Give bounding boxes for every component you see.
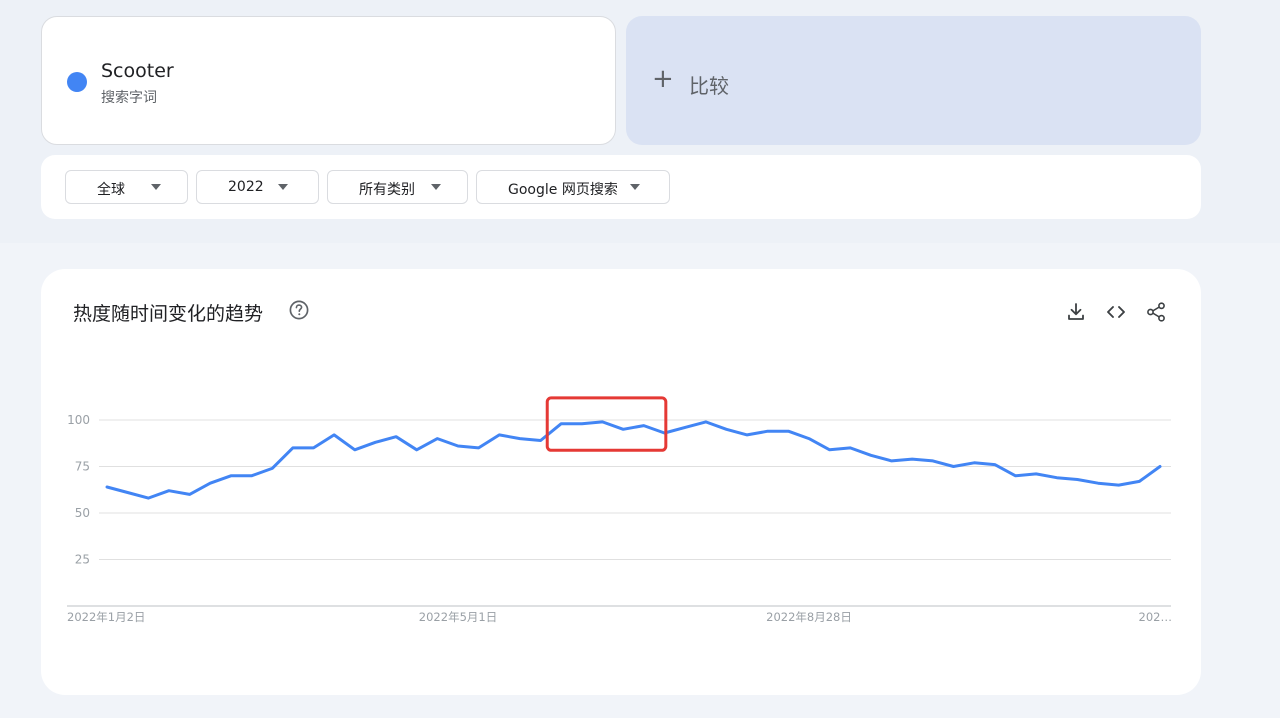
property-filter-label: Google 网页搜索 [508,182,618,198]
category-filter[interactable]: 所有类别 [327,170,468,204]
series-line [105,420,1162,500]
region-filter-label: 全球 [97,182,125,198]
chevron-down-icon [431,184,441,190]
property-filter[interactable]: Google 网页搜索 [476,170,670,204]
x-tick-label: 2022年5月1日 [419,610,497,624]
chevron-down-icon [151,184,161,190]
compare-button[interactable]: + 比较 [626,16,1201,145]
x-tick-label: 202… [1139,610,1172,624]
chevron-down-icon [278,184,288,190]
y-tick-label: 25 [75,553,90,567]
filter-bar: 全球 2022 所有类别 Google 网页搜索 [41,155,1201,219]
compare-label: 比较 [689,74,729,98]
x-tick-label: 2022年1月2日 [67,610,145,624]
y-tick-label: 50 [75,506,90,520]
y-tick-label: 100 [67,413,90,427]
y-tick-label: 75 [75,460,90,474]
category-filter-label: 所有类别 [359,182,415,198]
interest-over-time-card: 热度随时间变化的趋势 25 50 75 100 2022年1月2日 2022年5月1日 20… [41,269,1201,695]
time-filter[interactable]: 2022 [196,170,319,204]
term-type: 搜索字词 [101,90,157,106]
search-term-card[interactable]: Scooter 搜索字词 [41,16,616,145]
region-filter[interactable]: 全球 [65,170,188,204]
interest-line-chart: 25 50 75 100 2022年1月2日 2022年5月1日 2022年8月28日 202… [67,396,1172,624]
time-filter-label: 2022 [228,179,264,195]
chevron-down-icon [630,184,640,190]
term-color-dot [67,72,87,92]
term-name[interactable]: Scooter [101,60,174,82]
x-tick-label: 2022年8月28日 [766,610,852,624]
plus-icon: + [652,64,674,94]
